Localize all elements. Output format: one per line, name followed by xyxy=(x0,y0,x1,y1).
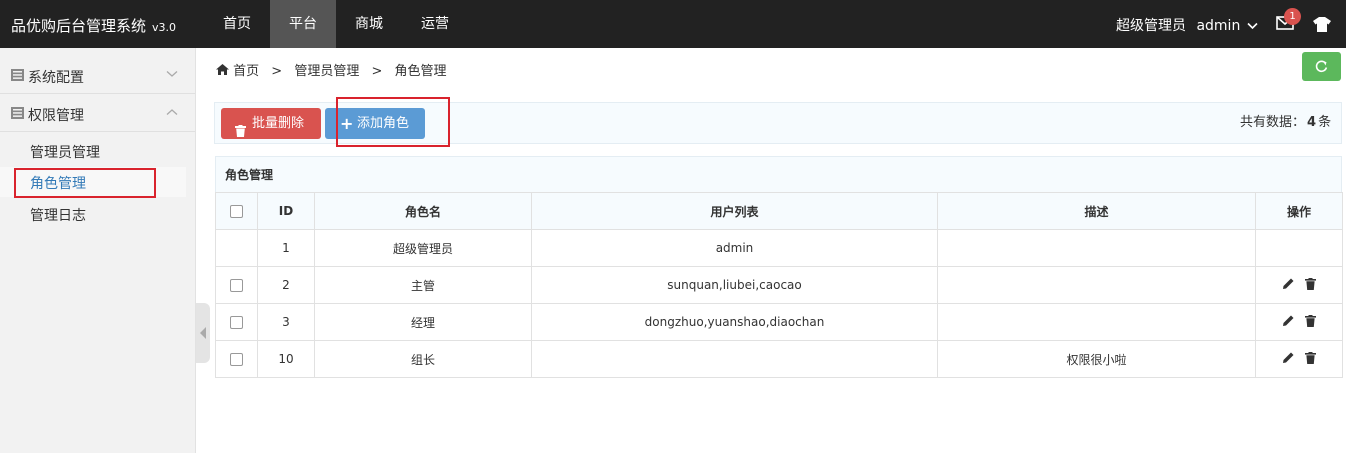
total-count: 共有数据： 4 条 xyxy=(1240,111,1331,130)
nav-item-mall[interactable]: 商城 xyxy=(336,0,402,48)
cell-id: 2 xyxy=(257,266,315,304)
app-brand[interactable]: 品优购后台管理系统 v3.0 xyxy=(11,15,176,36)
pencil-icon[interactable] xyxy=(1282,278,1294,293)
role-table: ID 角色名 用户列表 描述 操作 1 超级管理员 admin 2 主管 sun… xyxy=(215,192,1343,378)
nav-item-home[interactable]: 首页 xyxy=(204,0,270,48)
breadcrumb-home[interactable]: 首页 xyxy=(233,64,259,79)
user-menu[interactable]: 超级管理员 admin xyxy=(1116,15,1258,35)
row-select-cell xyxy=(215,266,258,304)
select-all-checkbox[interactable] xyxy=(230,205,243,218)
cell-role-name: 组长 xyxy=(314,340,532,378)
batch-delete-button[interactable]: 批量删除 xyxy=(221,108,321,139)
table-row: 2 主管 sunquan,liubei,caocao xyxy=(215,266,1343,304)
table-row: 1 超级管理员 admin xyxy=(215,229,1343,267)
pencil-icon[interactable] xyxy=(1282,315,1294,330)
main-nav: 首页 平台 商城 运营 xyxy=(204,0,468,48)
user-name: admin xyxy=(1196,18,1241,34)
cell-role-name: 主管 xyxy=(314,266,532,304)
row-select-cell xyxy=(215,340,258,378)
row-actions xyxy=(1278,314,1321,330)
total-prefix: 共有数据： xyxy=(1240,115,1306,130)
sidebar-group-permissions[interactable]: 权限管理 xyxy=(0,95,195,132)
cell-actions xyxy=(1255,303,1343,341)
trash-icon xyxy=(235,118,246,149)
breadcrumb: 首页 > 管理员管理 > 角色管理 xyxy=(216,60,447,79)
sidebar: 系统配置 权限管理 管理员管理 角色管理 管理日志 xyxy=(0,48,196,453)
table-caption: 角色管理 xyxy=(215,156,1342,192)
row-actions xyxy=(1278,351,1321,367)
cell-role-name: 经理 xyxy=(314,303,532,341)
sidebar-group-label: 系统配置 xyxy=(28,70,84,86)
tshirt-icon[interactable] xyxy=(1313,17,1331,33)
chevron-up-icon xyxy=(166,106,178,119)
cell-actions xyxy=(1255,266,1343,304)
app-version: v3.0 xyxy=(152,21,177,34)
select-all-cell xyxy=(215,192,258,230)
trash-icon[interactable] xyxy=(1305,314,1317,330)
cell-user-list: sunquan,liubei,caocao xyxy=(531,266,938,304)
sidebar-item-label: 管理日志 xyxy=(30,208,86,224)
table-header-row: ID 角色名 用户列表 描述 操作 xyxy=(215,192,1343,230)
row-select-cell xyxy=(215,303,258,341)
chevron-down-icon xyxy=(1247,20,1258,33)
row-checkbox[interactable] xyxy=(230,279,243,292)
row-checkbox[interactable] xyxy=(230,353,243,366)
role-table-panel: 角色管理 ID 角色名 用户列表 描述 操作 1 超级管理员 admin 2 主… xyxy=(215,156,1343,378)
breadcrumb-role-management: 角色管理 xyxy=(394,64,447,79)
refresh-icon xyxy=(1315,60,1328,73)
home-icon xyxy=(216,64,233,79)
cell-description xyxy=(937,229,1256,267)
row-actions xyxy=(1278,277,1321,293)
column-header-id[interactable]: ID xyxy=(257,192,315,230)
cell-description xyxy=(937,266,1256,304)
cell-user-list: dongzhuo,yuanshao,diaochan xyxy=(531,303,938,341)
table-row: 10 组长 权限很小啦 xyxy=(215,340,1343,378)
cell-description xyxy=(937,303,1256,341)
batch-delete-label: 批量删除 xyxy=(252,116,305,131)
list-icon xyxy=(11,107,24,119)
sidebar-item-admin-management[interactable]: 管理员管理 xyxy=(0,136,186,166)
annotation-highlight-sidebar xyxy=(14,168,156,198)
nav-item-operations[interactable]: 运营 xyxy=(402,0,468,48)
sidebar-item-label: 管理员管理 xyxy=(30,145,100,161)
caret-left-icon xyxy=(200,327,206,339)
user-role: 超级管理员 xyxy=(1116,18,1186,34)
cell-id: 1 xyxy=(257,229,315,267)
pencil-icon[interactable] xyxy=(1282,352,1294,367)
cell-description: 权限很小啦 xyxy=(937,340,1256,378)
cell-id: 10 xyxy=(257,340,315,378)
message-count-badge: 1 xyxy=(1284,8,1301,25)
cell-user-list: admin xyxy=(531,229,938,267)
cell-actions xyxy=(1255,340,1343,378)
list-icon xyxy=(11,69,24,81)
app-title: 品优购后台管理系统 xyxy=(11,17,147,35)
refresh-button[interactable] xyxy=(1302,52,1341,81)
column-header-user-list[interactable]: 用户列表 xyxy=(531,192,938,230)
table-row: 3 经理 dongzhuo,yuanshao,diaochan xyxy=(215,303,1343,341)
sidebar-group-system-config[interactable]: 系统配置 xyxy=(0,57,195,94)
trash-icon[interactable] xyxy=(1305,277,1317,293)
total-count-value: 4 xyxy=(1307,115,1317,130)
row-select-cell xyxy=(215,229,258,267)
nav-item-platform[interactable]: 平台 xyxy=(270,0,336,48)
annotation-highlight-add-role xyxy=(336,97,450,147)
cell-actions xyxy=(1255,229,1343,267)
cell-user-list xyxy=(531,340,938,378)
top-navbar: 品优购后台管理系统 v3.0 首页 平台 商城 运营 超级管理员 admin 1 xyxy=(0,0,1346,48)
breadcrumb-separator: > xyxy=(371,64,383,79)
breadcrumb-admin-management[interactable]: 管理员管理 xyxy=(294,64,359,79)
total-suffix: 条 xyxy=(1318,115,1332,130)
column-header-actions: 操作 xyxy=(1255,192,1343,230)
cell-role-name: 超级管理员 xyxy=(314,229,532,267)
sidebar-item-admin-log[interactable]: 管理日志 xyxy=(0,199,186,229)
cell-id: 3 xyxy=(257,303,315,341)
column-header-description[interactable]: 描述 xyxy=(937,192,1256,230)
row-checkbox[interactable] xyxy=(230,316,243,329)
sidebar-group-label: 权限管理 xyxy=(28,108,84,124)
breadcrumb-separator: > xyxy=(271,64,283,79)
sidebar-collapse-toggle[interactable] xyxy=(196,303,210,363)
column-header-role-name[interactable]: 角色名 xyxy=(314,192,532,230)
chevron-down-icon xyxy=(166,68,178,81)
trash-icon[interactable] xyxy=(1305,351,1317,367)
